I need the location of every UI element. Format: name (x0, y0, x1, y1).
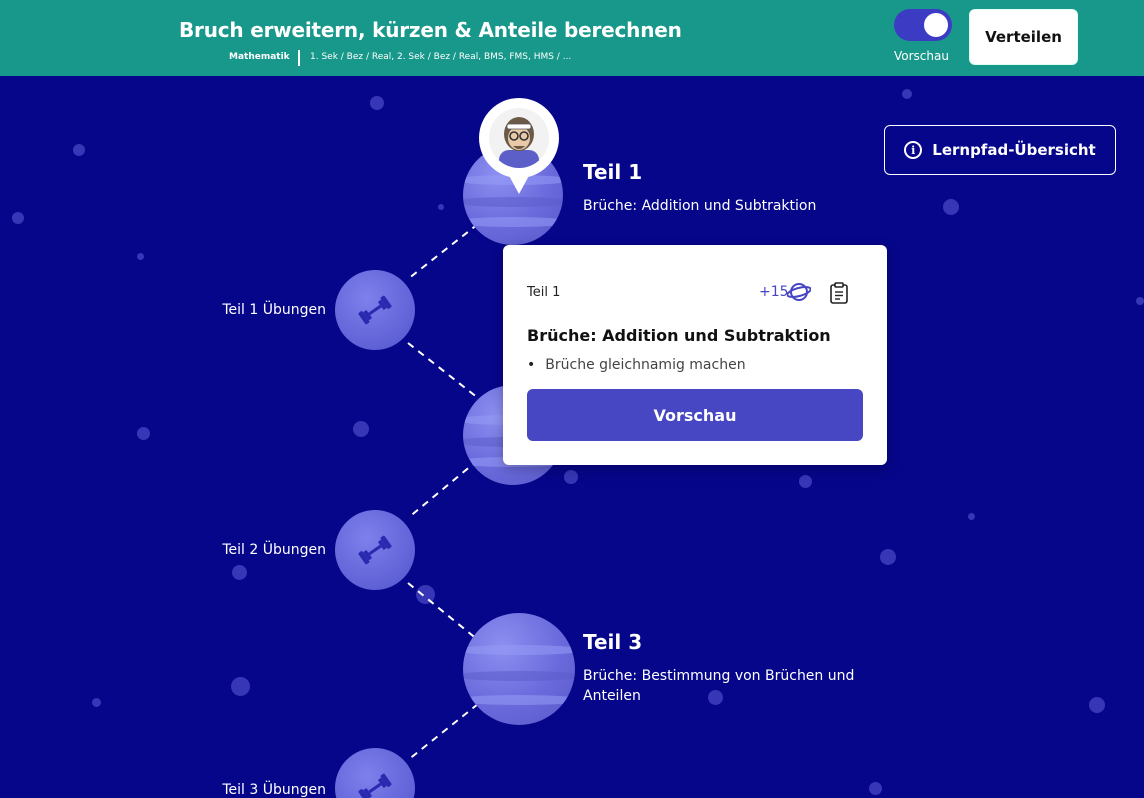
part-3-title: Teil 3 (583, 630, 643, 654)
info-icon: i (904, 141, 923, 159)
exercise-2-label: Teil 2 Übungen (222, 542, 326, 558)
popup-bullet-item: Brüche gleichnamig machen (527, 357, 745, 373)
xp-orbit-icon (787, 283, 811, 301)
preview-button[interactable]: Vorschau (527, 389, 863, 441)
planet-band (463, 217, 563, 227)
popup-part-label: Teil 1 (527, 285, 561, 300)
popup-points: +15 (759, 284, 789, 300)
avatar-illustration (499, 117, 539, 168)
avatar-image (489, 108, 549, 168)
part-3-planet[interactable] (463, 613, 575, 725)
exercise-1-node[interactable] (335, 270, 415, 350)
exercise-1-label: Teil 1 Übungen (222, 302, 326, 318)
part-1-title: Teil 1 (583, 160, 643, 184)
popup-title: Brüche: Addition und Subtraktion (527, 326, 831, 345)
exercise-2-node[interactable] (335, 510, 415, 590)
dumbbell-icon (358, 295, 392, 325)
dumbbell-icon (358, 773, 392, 798)
part-1-subtitle: Brüche: Addition und Subtraktion (583, 198, 817, 214)
part-3-subtitle-line1: Brüche: Bestimmung von Brüchen und (583, 668, 855, 684)
avatar (479, 98, 559, 178)
planet-band (463, 671, 575, 681)
planet-band (463, 645, 575, 655)
planet-band (463, 197, 563, 207)
exercise-3-label: Teil 3 Übungen (222, 782, 326, 798)
part-3-subtitle-line2: Anteilen (583, 688, 641, 704)
learning-path-overview-button[interactable]: i Lernpfad-Übersicht (884, 125, 1116, 175)
planet-band (463, 695, 575, 705)
dumbbell-icon (358, 535, 392, 565)
overview-button-label: Lernpfad-Übersicht (932, 141, 1096, 159)
part-popup-card: Teil 1 +15 Brüche: Addition und Subtrakt… (503, 245, 887, 465)
clipboard-icon[interactable] (829, 282, 849, 304)
